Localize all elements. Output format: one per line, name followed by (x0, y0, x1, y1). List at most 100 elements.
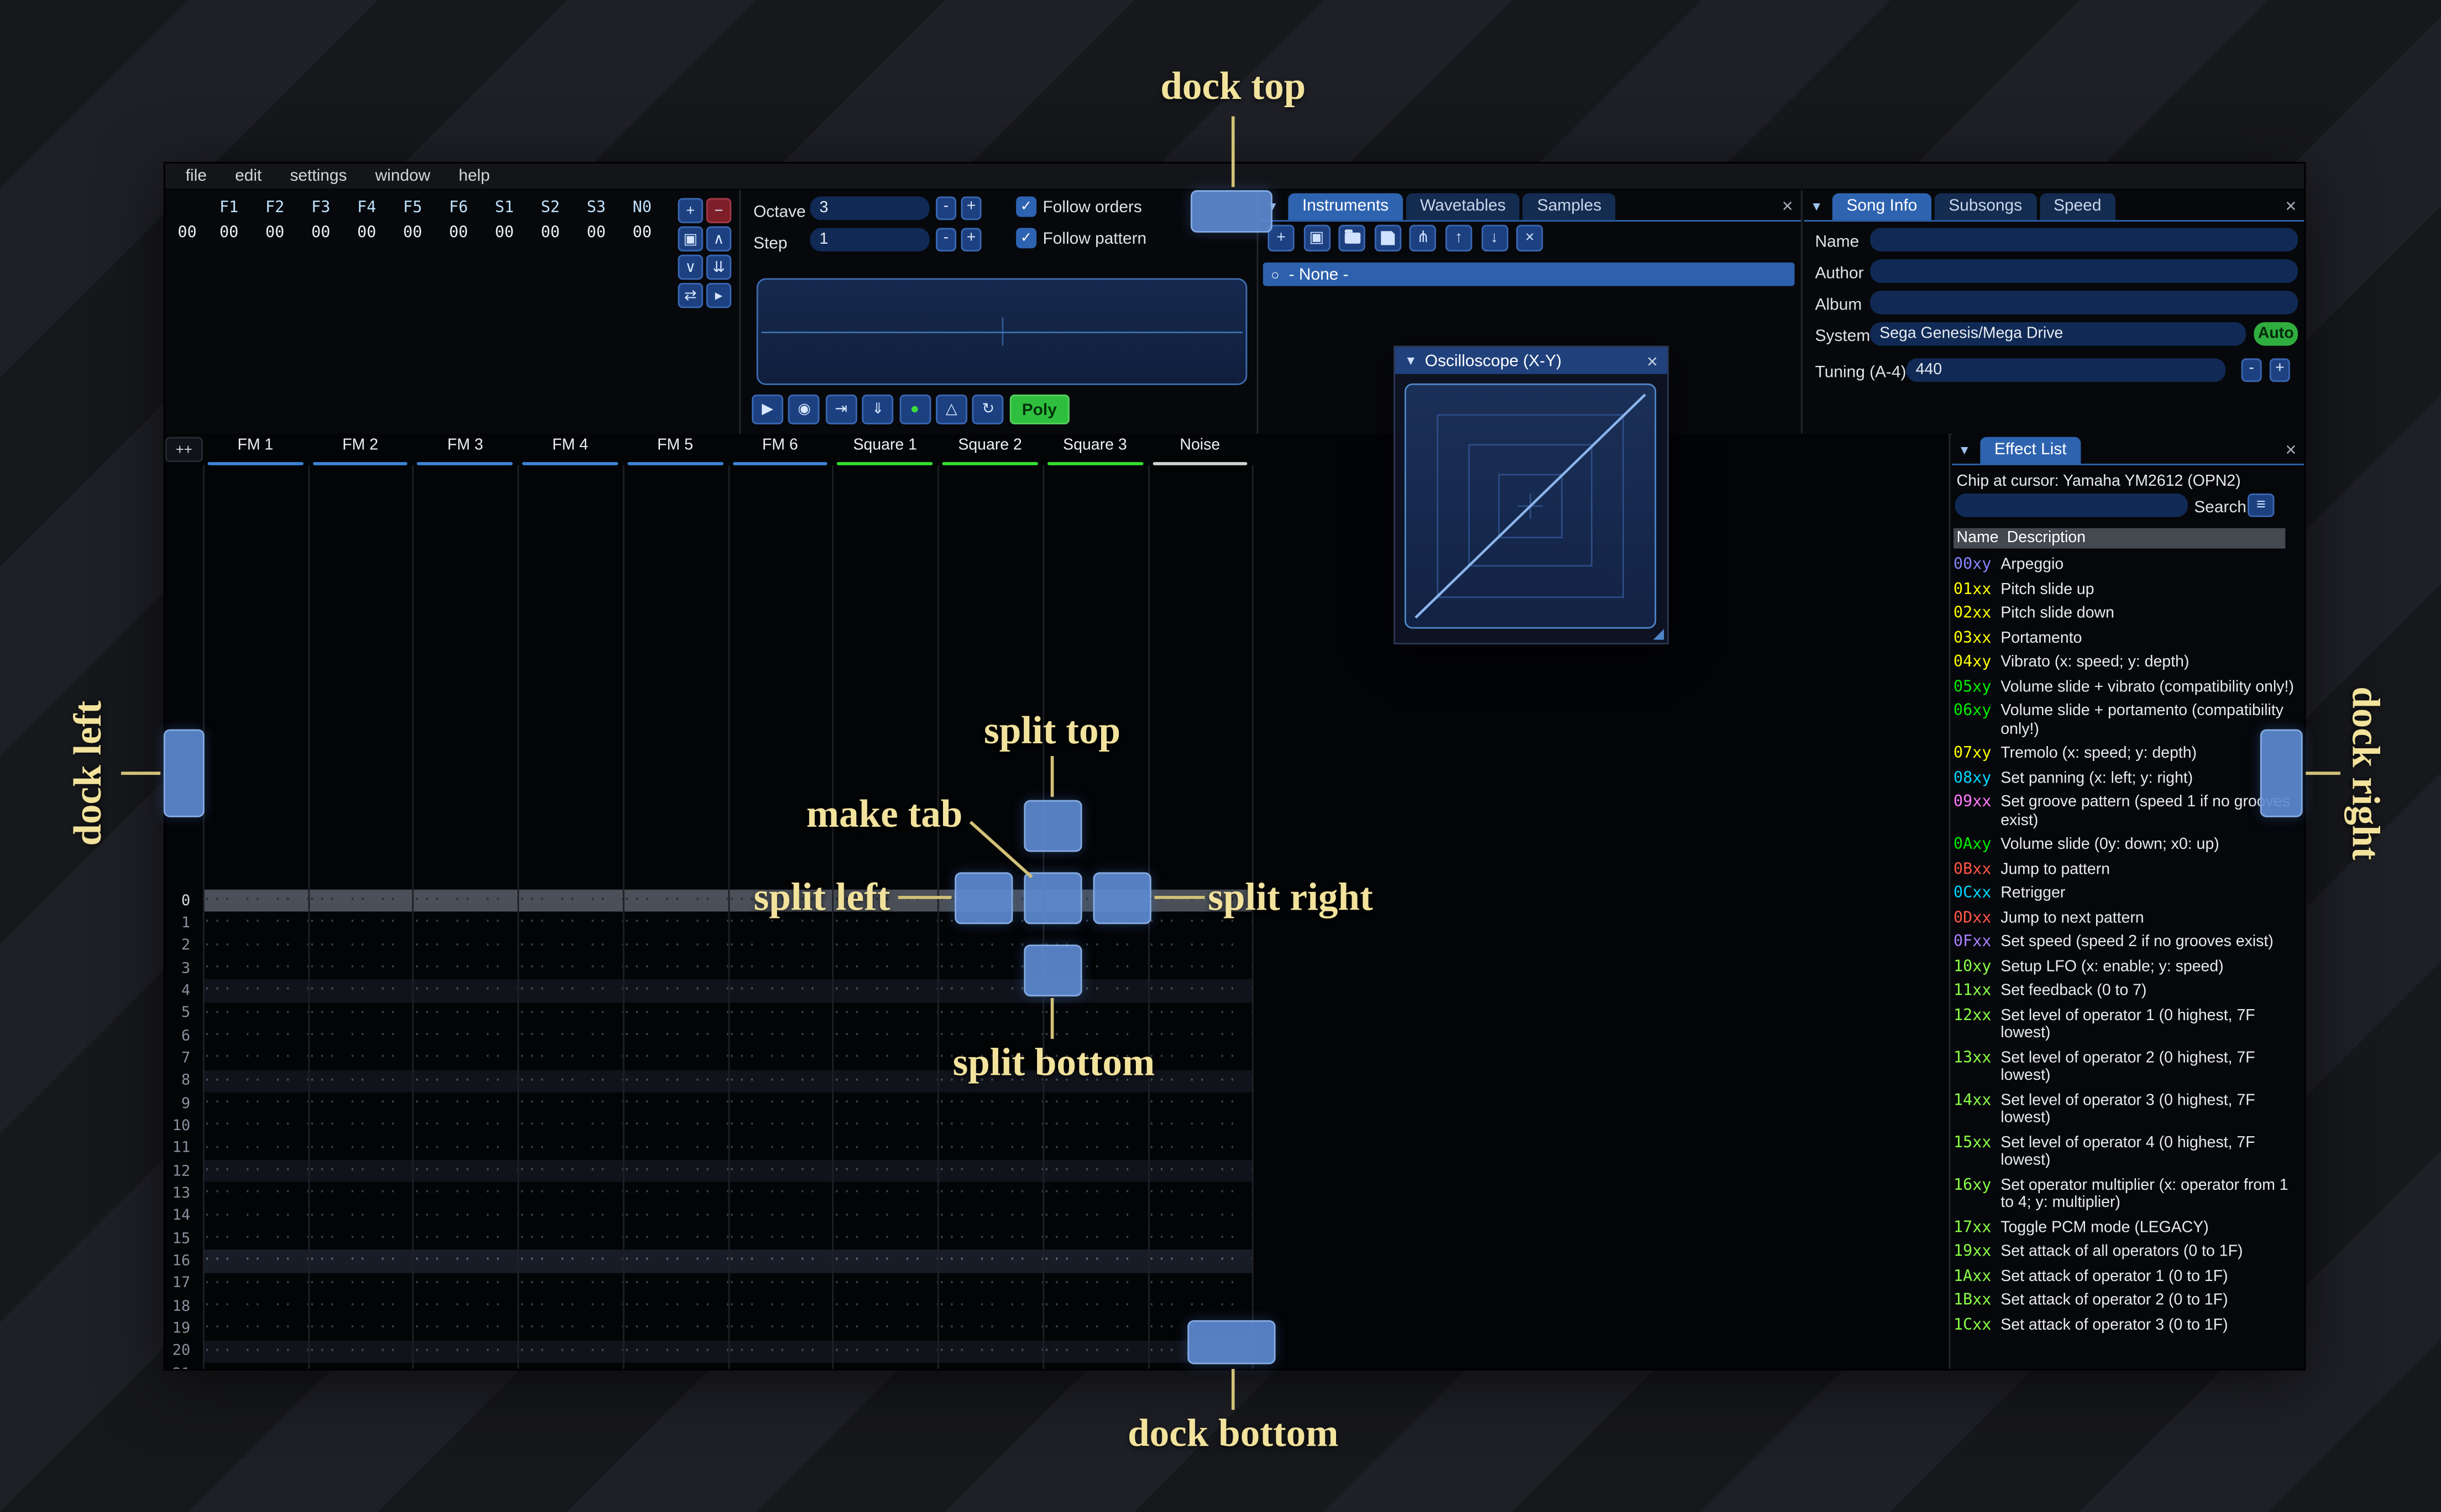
pattern-row[interactable]: 20 ··· ·· ·· ··· ·· ·· ·· · ·· ·· ·· · · · ·· ·… (165, 1340, 1254, 1363)
pattern-cell[interactable]: ··· ·· ·· ·· (1043, 1276, 1148, 1292)
remove-order-button[interactable]: − (706, 198, 732, 223)
pattern-cell[interactable]: ··· ·· ·· ·· (622, 1141, 727, 1156)
effect-row[interactable]: 14xx Set level of operator 3 (0 highest, … (1953, 1088, 2298, 1131)
pattern-cell[interactable]: ··· ·· ·· ·· (622, 1231, 727, 1246)
pattern-cell[interactable]: ··· ·· ·· ·· (622, 1253, 727, 1269)
pattern-cell[interactable]: ··· ·· ·· ·· (203, 1118, 308, 1133)
pattern-cell[interactable]: ··· ·· ·· ·· (937, 1321, 1043, 1336)
pattern-cell[interactable]: ··· ·· ·· ·· (727, 1321, 832, 1336)
pattern-cell[interactable]: ··· ·· ·· ·· (1148, 1208, 1253, 1224)
close-icon[interactable]: × (2285, 438, 2296, 460)
pattern-cell[interactable]: ··· ·· ·· ·· (622, 1343, 727, 1359)
follow-orders-checkbox[interactable]: ✓ (1016, 196, 1037, 217)
orders-pattern-cell[interactable]: 00 (527, 225, 573, 242)
pattern-cell[interactable]: ··· ·· ·· ·· (308, 1186, 413, 1201)
pattern-cell[interactable]: ··· ·· ·· ·· (1148, 938, 1253, 953)
pattern-cell[interactable]: ··· ·· ·· ·· (308, 1051, 413, 1066)
pattern-cell[interactable]: ··· ·· ·· ·· (518, 893, 623, 909)
pattern-cell[interactable]: ··· ·· ·· ·· (1148, 983, 1253, 999)
pattern-cell[interactable]: ··· ·· ·· ·· (413, 1343, 518, 1359)
pattern-row[interactable]: 3 ··· ·· ·· ··· ·· ·· ·· · ·· ·· ·· · · · ·· ··… (165, 957, 1254, 980)
effect-row[interactable]: 17xx Toggle PCM mode (LEGACY) (1953, 1216, 2298, 1240)
channel-header-fm-3[interactable]: FM 3 (413, 437, 518, 465)
channel-header-fm-2[interactable]: FM 2 (308, 437, 413, 465)
resize-grip[interactable]: ◢ (1653, 626, 1664, 643)
channel-header-noise[interactable]: Noise (1148, 437, 1253, 465)
pattern-cell[interactable]: ··· ·· ·· ·· (413, 1253, 518, 1269)
pattern-row[interactable]: 15 ··· ·· ·· ··· ·· ·· ·· · ·· ·· ·· · · · ·· ·… (165, 1227, 1254, 1250)
channel-header-fm-4[interactable]: FM 4 (518, 437, 623, 465)
channel-header-square-1[interactable]: Square 1 (832, 437, 937, 465)
effect-row[interactable]: 02xx Pitch slide down (1953, 602, 2298, 626)
pattern-cell[interactable]: ··· ·· ·· ·· (518, 1096, 623, 1111)
move-order-down-button[interactable]: ∨ (678, 254, 703, 280)
pattern-cell[interactable]: ··· ·· ·· ·· (832, 1051, 937, 1066)
effect-row[interactable]: 19xx Set attack of all operators (0 to 1F… (1953, 1240, 2298, 1264)
channel-header-square-2[interactable]: Square 2 (937, 437, 1043, 465)
effect-row[interactable]: 0Dxx Jump to next pattern (1953, 906, 2298, 931)
pattern-cell[interactable]: ··· ·· ·· ·· (518, 1343, 623, 1359)
effect-row[interactable]: 03xx Portamento (1953, 626, 2298, 650)
pattern-cell[interactable]: ··· ·· ·· ·· (622, 1028, 727, 1043)
metronome-button[interactable]: △ (935, 394, 967, 424)
pattern-cell[interactable]: ··· ·· ·· ·· (937, 1096, 1043, 1111)
auto-system-button[interactable]: Auto (2254, 322, 2298, 346)
pattern-cell[interactable]: ··· ·· ·· ·· (1043, 1321, 1148, 1336)
pattern-cell[interactable]: ··· ·· ·· ·· (308, 893, 413, 909)
pattern-cell[interactable]: ··· ·· ·· ·· (727, 1231, 832, 1246)
effect-row[interactable]: 15xx Set level of operator 4 (0 highest, … (1953, 1131, 2298, 1173)
pattern-cell[interactable]: ··· ·· ·· ·· (727, 1276, 832, 1292)
pattern-cell[interactable]: ··· ·· ·· ·· (308, 1343, 413, 1359)
pattern-row[interactable]: 18 ··· ·· ·· ··· ·· ·· ·· · ·· ·· ·· · · · ·· ·… (165, 1295, 1254, 1317)
pattern-cell[interactable]: ··· ·· ·· ·· (413, 1141, 518, 1156)
pattern-row[interactable]: 0 ··· ·· ·· ··· ·· ·· ·· · ·· ·· ·· · · · ·· ··… (165, 889, 1254, 912)
effect-row[interactable]: 1Bxx Set attack of operator 2 (0 to 1F) (1953, 1289, 2298, 1313)
channel-header-fm-1[interactable]: FM 1 (203, 437, 308, 465)
pattern-cell[interactable]: ··· ·· ·· ·· (832, 1186, 937, 1201)
pattern-cell[interactable]: ··· ·· ·· ·· (832, 1096, 937, 1111)
pattern-cell[interactable]: ··· ·· ·· ·· (727, 1118, 832, 1133)
pattern-cell[interactable]: ··· ·· ·· ·· (203, 1073, 308, 1089)
pattern-cell[interactable]: ··· ·· ·· ·· (203, 1006, 308, 1021)
pattern-cell[interactable]: ··· ·· ·· ·· (413, 1051, 518, 1066)
pattern-cell[interactable]: ··· ·· ·· ·· (308, 1028, 413, 1043)
pattern-row[interactable]: 5 ··· ·· ·· ··· ·· ·· ·· · ·· ·· ·· · · · ·· ··… (165, 1002, 1254, 1025)
tab-song-info[interactable]: Song Info (1832, 193, 1932, 221)
pattern-cell[interactable]: ··· ·· ·· ·· (622, 1321, 727, 1336)
pattern-cell[interactable]: ··· ·· ·· ·· (832, 1118, 937, 1133)
pattern-cell[interactable]: ··· ·· ·· ·· (832, 1006, 937, 1021)
channel-header-square-3[interactable]: Square 3 (1043, 437, 1148, 465)
pattern-cell[interactable]: ··· ·· ·· ·· (203, 1276, 308, 1292)
pattern-cell[interactable]: ··· ·· ·· ·· (727, 1073, 832, 1089)
pattern-cell[interactable]: ··· ·· ·· ·· (937, 1118, 1043, 1133)
pattern-cell[interactable]: ··· ·· ·· ·· (937, 1163, 1043, 1179)
orders-pattern-cell[interactable]: 00 (481, 225, 527, 242)
pattern-cell[interactable]: ··· ·· ·· ·· (1043, 1118, 1148, 1133)
pattern-cell[interactable]: ··· ·· ·· ·· (622, 1298, 727, 1314)
open-instrument-button[interactable] (1338, 224, 1366, 252)
pattern-cell[interactable]: ··· ·· ·· ·· (413, 1276, 518, 1292)
name-field[interactable] (1870, 228, 2298, 252)
pattern-cell[interactable]: ··· ·· ·· ·· (308, 1321, 413, 1336)
orders-pattern-cell[interactable]: 00 (619, 225, 665, 242)
tab-instruments[interactable]: Instruments (1288, 193, 1403, 221)
pattern-row[interactable]: 10 ··· ·· ·· ··· ·· ·· ·· · ·· ·· ·· · · · ·· ·… (165, 1115, 1254, 1137)
effect-row[interactable]: 08xy Set panning (x: left; y: right) (1953, 766, 2298, 790)
pattern-cell[interactable]: ··· ·· ·· ·· (1148, 1231, 1253, 1246)
collapse-icon[interactable]: ▼ (1810, 200, 1829, 214)
orders-row[interactable]: 00 00 00 00 00 00 00 00 00 00 00 (168, 225, 665, 242)
pattern-cell[interactable]: ··· ·· ·· ·· (1043, 1298, 1148, 1314)
pattern-cell[interactable]: ··· ·· ·· ·· (308, 1208, 413, 1224)
pattern-row[interactable]: 16 ··· ·· ·· ··· ·· ·· ·· · ·· ·· ·· · · · ·· ·… (165, 1250, 1254, 1273)
pattern-cell[interactable]: ··· ·· ·· ·· (1043, 1253, 1148, 1269)
tuning-increase-button[interactable]: + (2269, 358, 2290, 382)
pattern-cell[interactable]: ··· ·· ·· ·· (308, 1253, 413, 1269)
add-order-button[interactable]: + (678, 198, 703, 223)
effect-row[interactable]: 00xy Arpeggio (1953, 553, 2298, 578)
orders-pattern-cell[interactable]: 00 (206, 225, 252, 242)
pattern-cell[interactable]: ··· ·· ·· ·· (1148, 1028, 1253, 1043)
pattern-cell[interactable]: ··· ·· ·· ·· (727, 960, 832, 976)
pattern-cell[interactable]: ··· ·· ·· ·· (203, 938, 308, 953)
pattern-cell[interactable]: ··· ·· ·· ·· (727, 1096, 832, 1111)
octave-decrease-button[interactable]: - (936, 196, 957, 221)
